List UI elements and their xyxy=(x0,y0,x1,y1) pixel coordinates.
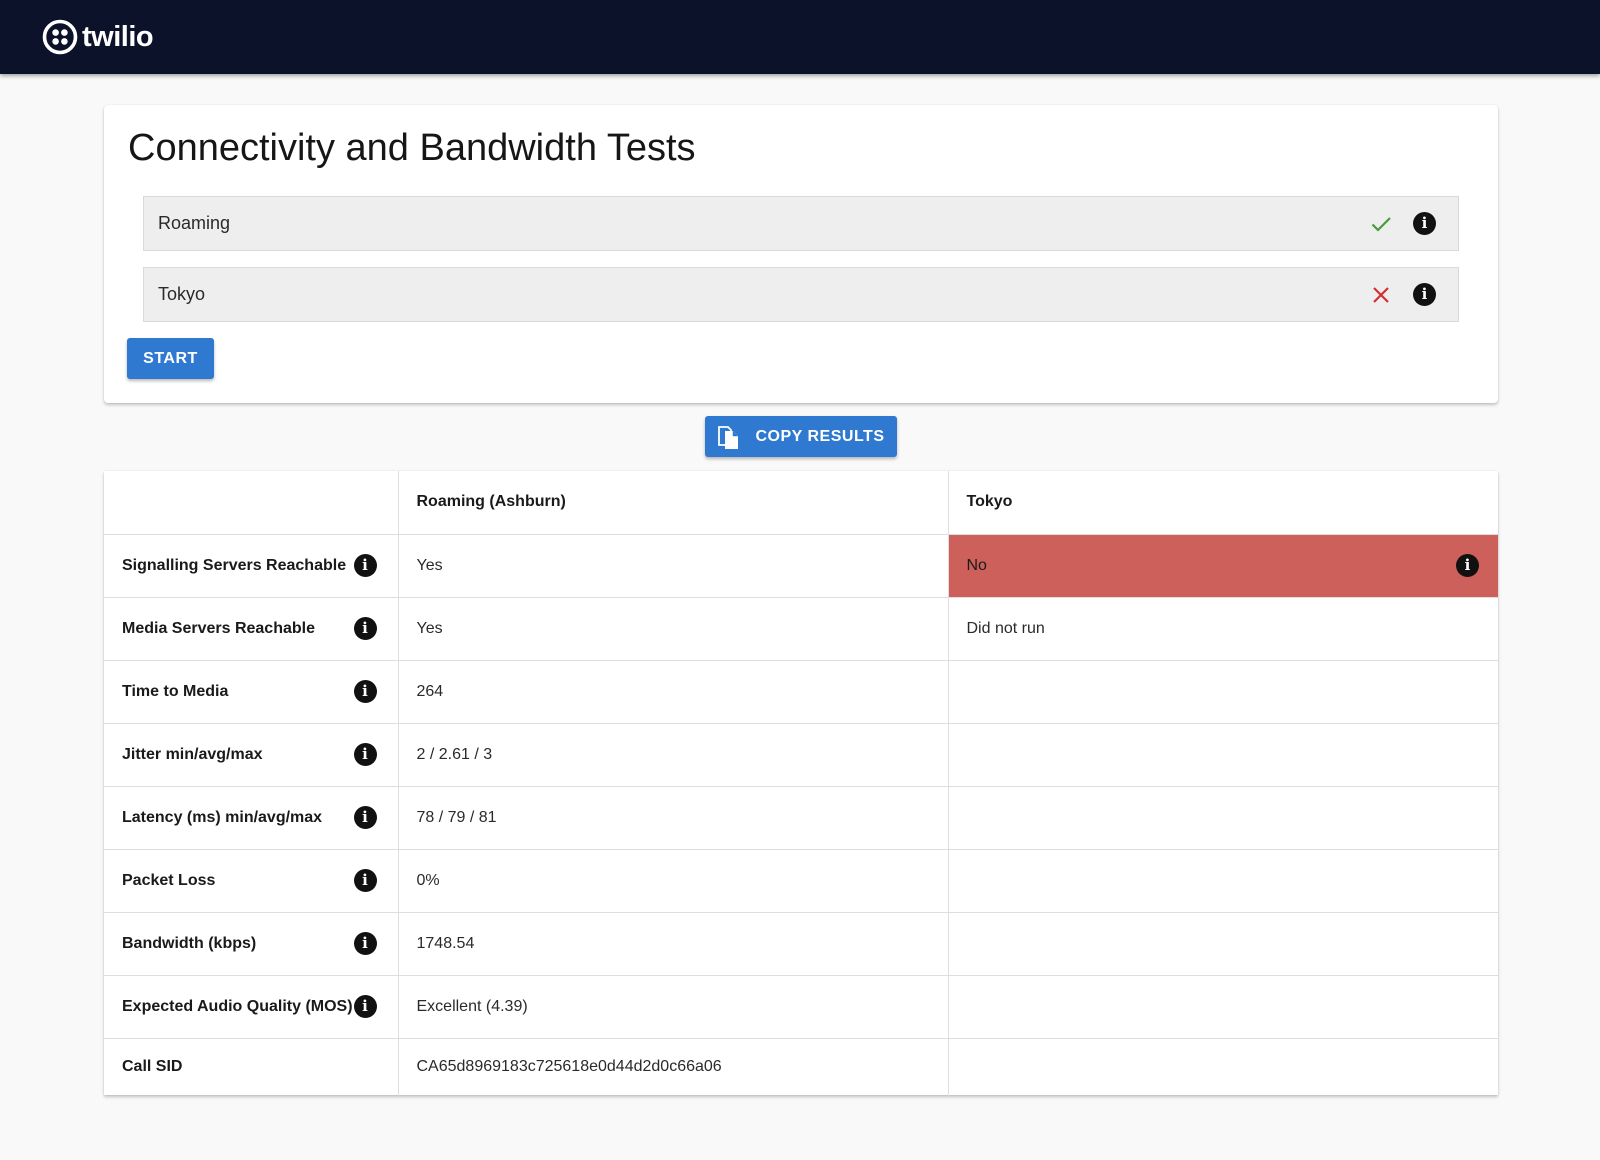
value-cell: 1748.54 xyxy=(398,912,949,976)
table-row: Packet Loss i 0% xyxy=(104,849,1498,913)
value-cell xyxy=(948,849,1498,913)
info-icon[interactable]: i xyxy=(353,617,377,640)
value-cell xyxy=(948,1038,1498,1096)
value-cell: Did not run xyxy=(948,597,1498,661)
table-row: Expected Audio Quality (MOS) i Excellent… xyxy=(104,975,1498,1039)
value-cell xyxy=(948,975,1498,1039)
info-icon[interactable]: i xyxy=(1456,554,1479,577)
value-cell xyxy=(948,786,1498,850)
metric-cell: Call SID xyxy=(104,1038,399,1096)
metric-label: Call SID xyxy=(122,1058,183,1076)
table-row: Signalling Servers Reachable i Yes No i xyxy=(104,534,1498,598)
region-row-roaming: Roaming i xyxy=(143,196,1459,251)
info-icon[interactable]: i xyxy=(353,869,377,892)
value-cell: 0% xyxy=(398,849,949,913)
twilio-logo[interactable]: twilio xyxy=(42,19,154,55)
info-icon[interactable]: i xyxy=(353,806,377,829)
metric-cell: Jitter min/avg/max i xyxy=(104,723,399,787)
top-app-bar: twilio xyxy=(0,0,1600,74)
results-table: Roaming (Ashburn) Tokyo Signalling Serve… xyxy=(104,471,1498,1096)
metric-label: Expected Audio Quality (MOS) xyxy=(122,997,353,1015)
table-row: Media Servers Reachable i Yes Did not ru… xyxy=(104,597,1498,661)
column-header-tokyo: Tokyo xyxy=(948,471,1498,535)
check-icon xyxy=(1371,216,1391,232)
column-header xyxy=(104,471,399,535)
table-header-row: Roaming (Ashburn) Tokyo xyxy=(104,471,1498,535)
copy-results-button[interactable]: COPY RESULTS xyxy=(705,416,897,457)
info-icon[interactable]: i xyxy=(1413,212,1436,235)
value-cell: 2 / 2.61 / 3 xyxy=(398,723,949,787)
page-title: Connectivity and Bandwidth Tests xyxy=(128,127,696,169)
metric-cell: Packet Loss i xyxy=(104,849,399,913)
metric-label: Bandwidth (kbps) xyxy=(122,934,257,952)
copy-results-label: COPY RESULTS xyxy=(755,427,885,445)
value-cell xyxy=(948,912,1498,976)
value-cell: 78 / 79 / 81 xyxy=(398,786,949,850)
value-cell: 264 xyxy=(398,660,949,724)
x-icon xyxy=(1373,286,1389,303)
table-row: Latency (ms) min/avg/max i 78 / 79 / 81 xyxy=(104,786,1498,850)
table-row: Time to Media i 264 xyxy=(104,660,1498,724)
table-row: Jitter min/avg/max i 2 / 2.61 / 3 xyxy=(104,723,1498,787)
region-label: Tokyo xyxy=(158,284,206,304)
column-header-roaming: Roaming (Ashburn) xyxy=(398,471,949,535)
info-icon[interactable]: i xyxy=(353,995,377,1018)
start-button[interactable]: START xyxy=(127,338,214,379)
info-icon[interactable]: i xyxy=(1413,283,1436,306)
failed-value-cell: No i xyxy=(948,534,1498,598)
metric-label: Jitter min/avg/max xyxy=(122,745,263,763)
region-label: Roaming xyxy=(158,213,231,233)
value-cell xyxy=(948,723,1498,787)
value-cell: Yes xyxy=(398,534,949,598)
copy-icon xyxy=(717,425,738,449)
info-icon[interactable]: i xyxy=(353,554,377,577)
value-cell xyxy=(948,660,1498,724)
info-icon[interactable]: i xyxy=(353,680,377,703)
tests-card: Connectivity and Bandwidth Tests Roaming… xyxy=(104,105,1498,403)
region-row-tokyo: Tokyo i xyxy=(143,267,1459,322)
value-cell: Yes xyxy=(398,597,949,661)
info-icon[interactable]: i xyxy=(353,743,377,766)
table-row: Bandwidth (kbps) i 1748.54 xyxy=(104,912,1498,976)
value-text: No xyxy=(966,556,987,574)
metric-label: Packet Loss xyxy=(122,871,216,889)
info-icon[interactable]: i xyxy=(353,932,377,955)
metric-cell: Signalling Servers Reachable i xyxy=(104,534,399,598)
value-cell: Excellent (4.39) xyxy=(398,975,949,1039)
metric-cell: Time to Media i xyxy=(104,660,399,724)
twilio-logo-icon xyxy=(42,19,78,55)
metric-label: Signalling Servers Reachable xyxy=(122,556,347,574)
metric-label: Time to Media xyxy=(122,682,229,700)
metric-label: Media Servers Reachable xyxy=(122,619,315,637)
call-sid-cell: CA65d8969183c725618e0d44d2d0c66a06 xyxy=(398,1038,949,1096)
twilio-logo-text: twilio xyxy=(82,20,154,53)
metric-cell: Media Servers Reachable i xyxy=(104,597,399,661)
metric-label: Latency (ms) min/avg/max xyxy=(122,808,323,826)
metric-cell: Bandwidth (kbps) i xyxy=(104,912,399,976)
table-row: Call SID CA65d8969183c725618e0d44d2d0c66… xyxy=(104,1038,1498,1096)
results-table-card: Roaming (Ashburn) Tokyo Signalling Serve… xyxy=(104,471,1498,1096)
metric-cell: Expected Audio Quality (MOS) i xyxy=(104,975,399,1039)
metric-cell: Latency (ms) min/avg/max i xyxy=(104,786,399,850)
